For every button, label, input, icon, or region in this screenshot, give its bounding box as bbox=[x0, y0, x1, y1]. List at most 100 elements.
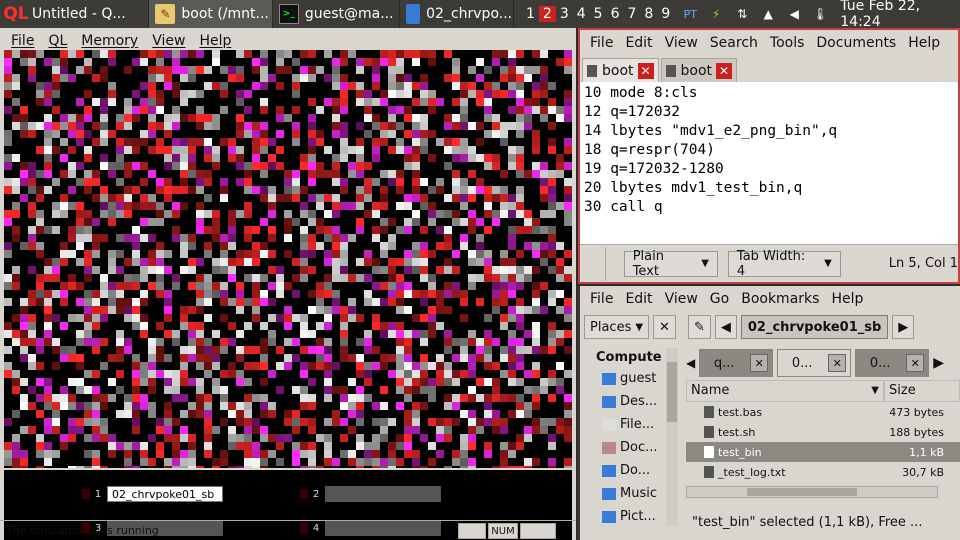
noise-block bbox=[196, 138, 204, 146]
ql-menu-file[interactable]: File bbox=[4, 33, 41, 49]
noise-block bbox=[396, 346, 404, 354]
editor-text-area[interactable]: 10 mode 8:cls 12 q=172032 14 lbytes "mdv… bbox=[580, 82, 958, 244]
tab-scroll-right-icon[interactable]: ▶ bbox=[933, 355, 944, 371]
fm-menu-view[interactable]: View bbox=[659, 291, 704, 307]
file-row[interactable]: test.sh 188 bytes bbox=[686, 422, 960, 442]
noise-block bbox=[388, 418, 396, 426]
editor-menu-help[interactable]: Help bbox=[902, 35, 946, 51]
volume-icon[interactable]: ◀ bbox=[784, 4, 804, 24]
noise-block bbox=[292, 258, 300, 266]
file-row-selected[interactable]: test_bin 1,1 kB bbox=[686, 442, 960, 462]
noise-block bbox=[300, 362, 308, 370]
noise-block bbox=[244, 346, 252, 354]
close-tab-icon[interactable]: ✕ bbox=[906, 354, 925, 372]
noise-block bbox=[460, 242, 468, 250]
microdrive-2[interactable]: 2 bbox=[300, 486, 441, 502]
fm-menu-help[interactable]: Help bbox=[825, 291, 869, 307]
close-tab-icon[interactable]: ✕ bbox=[828, 354, 847, 372]
wifi-signal-icon[interactable]: ▲ bbox=[758, 4, 778, 24]
path-forward-button[interactable]: ▶ bbox=[892, 315, 915, 339]
task-editor[interactable]: ✎ boot (/mnt... bbox=[149, 0, 273, 28]
workspace-8[interactable]: 8 bbox=[640, 6, 657, 22]
fm-menu-file[interactable]: File bbox=[584, 291, 619, 307]
noise-block bbox=[92, 410, 100, 418]
editor-menu-file[interactable]: File bbox=[584, 35, 619, 51]
workspace-2[interactable]: 2 bbox=[538, 6, 556, 22]
noise-block bbox=[132, 362, 140, 370]
fm-tab-3[interactable]: 0... ✕ bbox=[855, 349, 930, 377]
tab-scroll-left-icon[interactable]: ◀ bbox=[686, 356, 695, 370]
file-row[interactable]: _test_log.txt 30,7 kB bbox=[686, 462, 960, 482]
ql-display[interactable] bbox=[4, 50, 572, 468]
fm-menu-bookmarks[interactable]: Bookmarks bbox=[735, 291, 825, 307]
places-dropdown[interactable]: Places ▼ bbox=[584, 315, 650, 339]
fm-tab-2[interactable]: 0... ✕ bbox=[777, 349, 852, 377]
file-list-hscrollbar[interactable] bbox=[686, 486, 938, 498]
path-segment-current[interactable]: 02_chrvpoke01_sb bbox=[740, 315, 889, 339]
column-size[interactable]: Size bbox=[884, 379, 960, 402]
noise-block bbox=[484, 442, 492, 450]
workspace-4[interactable]: 4 bbox=[573, 6, 590, 22]
noise-block bbox=[100, 130, 108, 138]
edit-location-button[interactable]: ✎ bbox=[687, 315, 711, 339]
workspace-6[interactable]: 6 bbox=[607, 6, 624, 22]
noise-block bbox=[196, 466, 204, 468]
syntax-mode-dropdown[interactable]: Plain Text ▼ bbox=[623, 249, 718, 279]
task-filemanager[interactable]: 02_chrvpo... bbox=[400, 0, 514, 28]
noise-block bbox=[220, 458, 228, 466]
noise-block bbox=[140, 330, 148, 338]
fm-menu-go[interactable]: Go bbox=[704, 291, 735, 307]
task-terminal[interactable]: >_ guest@ma... bbox=[273, 0, 401, 28]
microdrive-1[interactable]: 1 02_chrvpoke01_sb bbox=[82, 486, 223, 502]
noise-block bbox=[68, 314, 76, 322]
editor-tab-2[interactable]: boot ✕ bbox=[660, 58, 738, 82]
editor-menu-tools[interactable]: Tools bbox=[764, 35, 811, 51]
noise-block bbox=[252, 442, 260, 450]
sidebar-scrollbar[interactable] bbox=[666, 348, 678, 526]
ql-menu-help[interactable]: Help bbox=[192, 33, 238, 49]
noise-block bbox=[20, 346, 28, 354]
noise-block bbox=[164, 418, 172, 426]
workspace-1[interactable]: 1 bbox=[522, 6, 539, 22]
temperature-icon[interactable]: 🌡 bbox=[810, 4, 830, 24]
editor-menu-view[interactable]: View bbox=[659, 35, 704, 51]
battery-icon[interactable]: ⚡ bbox=[706, 4, 726, 24]
scrollbar-thumb[interactable] bbox=[667, 362, 677, 422]
noise-block bbox=[124, 298, 132, 306]
workspace-9[interactable]: 9 bbox=[657, 6, 674, 22]
close-tab-icon[interactable]: ✕ bbox=[750, 354, 769, 372]
task-ql[interactable]: QL Untitled - Q... bbox=[0, 0, 150, 28]
workspace-7[interactable]: 7 bbox=[624, 6, 641, 22]
keyboard-layout-indicator[interactable]: PT bbox=[680, 4, 700, 24]
network-icon[interactable]: ⇅ bbox=[732, 4, 752, 24]
close-tab-icon[interactable]: ✕ bbox=[637, 62, 654, 79]
noise-block bbox=[4, 162, 12, 170]
tab-width-dropdown[interactable]: Tab Width: 4 ▼ bbox=[727, 249, 841, 279]
scrollbar-thumb[interactable] bbox=[747, 488, 857, 496]
close-sidebar-button[interactable]: ✕ bbox=[653, 315, 676, 339]
noise-block bbox=[348, 170, 356, 178]
editor-menu-edit[interactable]: Edit bbox=[619, 35, 658, 51]
noise-block bbox=[244, 178, 252, 186]
editor-tab-1[interactable]: boot ✕ bbox=[582, 58, 659, 82]
noise-block bbox=[108, 170, 116, 178]
column-name[interactable]: Name ▼ bbox=[686, 379, 884, 402]
ql-menu-memory[interactable]: Memory bbox=[74, 33, 145, 49]
ql-menu-ql[interactable]: QL bbox=[41, 33, 74, 49]
fm-menu-edit[interactable]: Edit bbox=[619, 291, 658, 307]
noise-block bbox=[396, 58, 404, 66]
workspace-5[interactable]: 5 bbox=[590, 6, 607, 22]
noise-block bbox=[60, 354, 68, 362]
close-tab-icon[interactable]: ✕ bbox=[716, 62, 733, 79]
fm-tab-1[interactable]: q... ✕ bbox=[699, 349, 774, 377]
file-row[interactable]: test.bas 473 bytes bbox=[686, 402, 960, 422]
noise-block bbox=[196, 282, 204, 290]
editor-menu-search[interactable]: Search bbox=[704, 35, 764, 51]
noise-block bbox=[500, 130, 508, 138]
noise-block bbox=[332, 114, 340, 122]
path-back-button[interactable]: ◀ bbox=[714, 315, 737, 339]
editor-menu-documents[interactable]: Documents bbox=[810, 35, 902, 51]
ql-menu-view[interactable]: View bbox=[145, 33, 192, 49]
clock[interactable]: Tue Feb 22, 14:24 bbox=[840, 0, 960, 30]
workspace-3[interactable]: 3 bbox=[556, 6, 573, 22]
